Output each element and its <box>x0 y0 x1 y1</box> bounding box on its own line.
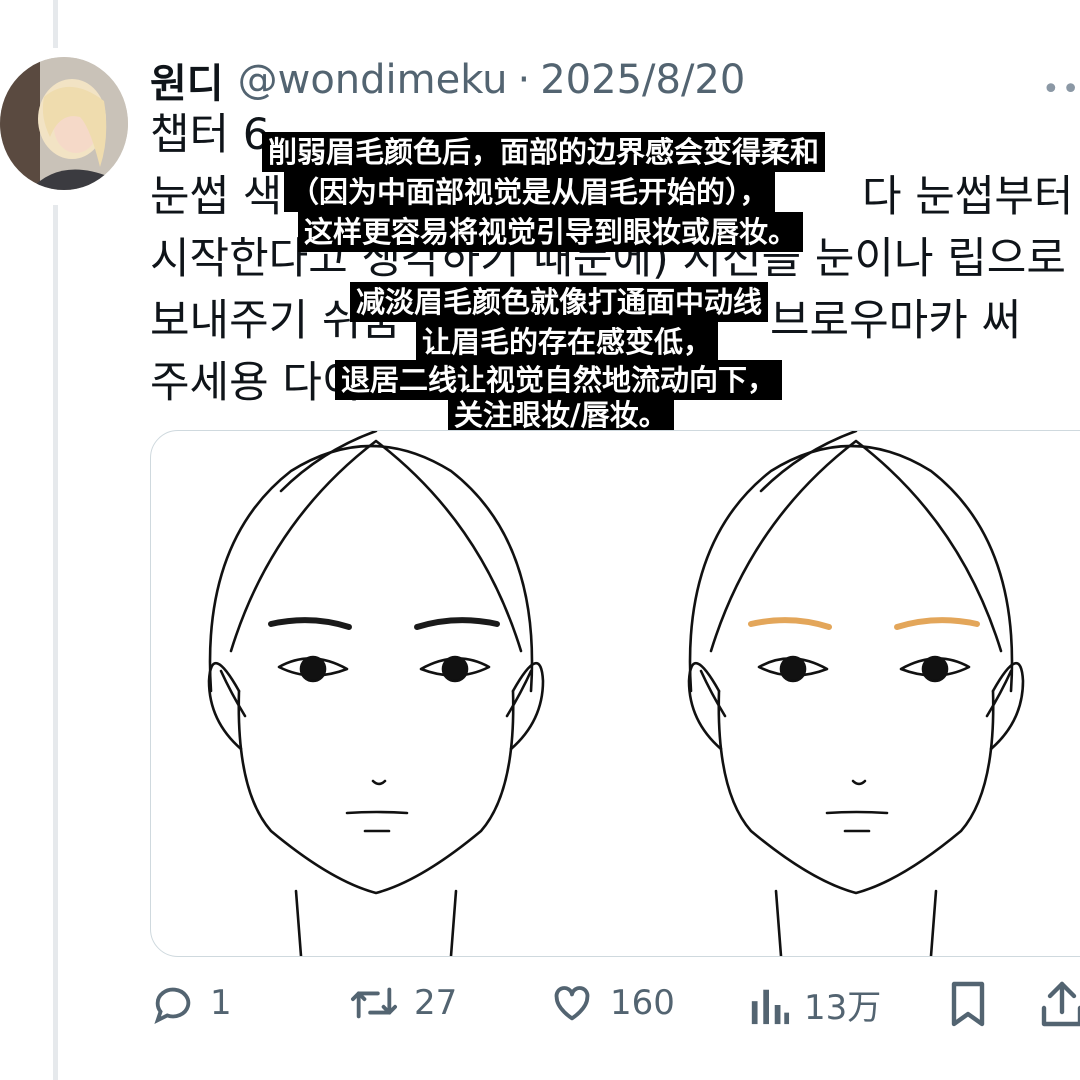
tweet-text-fragment: 브로우마카 써 <box>770 296 1022 346</box>
retweet-count: 27 <box>414 983 458 1023</box>
right-face-brow-right <box>894 617 980 630</box>
bookmark-button[interactable] <box>948 980 988 1028</box>
action-bar: 1 27 160 13万 <box>0 980 1080 1040</box>
face-illustration-right <box>687 431 1025 956</box>
share-icon <box>1041 981 1080 1027</box>
author-name[interactable]: 원디 <box>150 51 224 109</box>
caption-overlay: 减淡眉毛颜色就像打通面中动线 <box>350 282 769 322</box>
caption-overlay: 削弱眉毛颜色后，面部的边界感会变得柔和 <box>262 132 826 172</box>
caption-overlay: （因为中面部视觉是从眉毛开始的）， <box>284 172 775 212</box>
bookmark-icon <box>951 981 985 1027</box>
views-count: 13万 <box>804 988 882 1028</box>
caption-overlay: 退居二线让视觉自然地流动向下， <box>335 360 783 400</box>
face-illustration-left <box>207 431 545 956</box>
tweet-text-fragment: 다 눈썹부터 <box>862 172 1074 222</box>
more-options-icon[interactable]: ••• <box>1042 72 1080 107</box>
tweet-media-image[interactable] <box>150 430 1080 957</box>
author-handle[interactable]: @wondimeku <box>238 57 508 103</box>
separator-dot: · <box>517 57 531 103</box>
retweet-icon <box>350 987 397 1019</box>
left-face-brow-right <box>414 617 500 630</box>
caption-overlay: 关注眼妆/唇妆。 <box>448 395 674 435</box>
share-button[interactable] <box>1040 980 1080 1028</box>
like-count: 160 <box>610 983 675 1023</box>
reply-button[interactable]: 1 <box>150 980 232 1026</box>
views-button[interactable]: 13万 <box>748 980 881 1029</box>
reply-count: 1 <box>210 983 232 1023</box>
left-face-brow-left <box>268 617 352 630</box>
reply-icon <box>154 987 191 1025</box>
caption-overlay: 这样更容易将视觉引导到眼妆或唇妆。 <box>298 212 804 252</box>
retweet-button[interactable]: 27 <box>348 980 457 1026</box>
caption-overlay: 让眉毛的存在感变低， <box>416 322 719 362</box>
heart-icon <box>554 986 590 1021</box>
tweet-header: 원디 @wondimeku · 2025/8/20 <box>150 50 745 110</box>
thread-line-top <box>53 0 58 48</box>
views-icon <box>751 989 790 1024</box>
like-button[interactable]: 160 <box>548 980 675 1026</box>
tweet-date[interactable]: 2025/8/20 <box>540 57 745 103</box>
right-face-brow-left <box>748 617 832 630</box>
thread-line-bottom <box>53 205 58 1080</box>
avatar[interactable] <box>0 57 128 190</box>
